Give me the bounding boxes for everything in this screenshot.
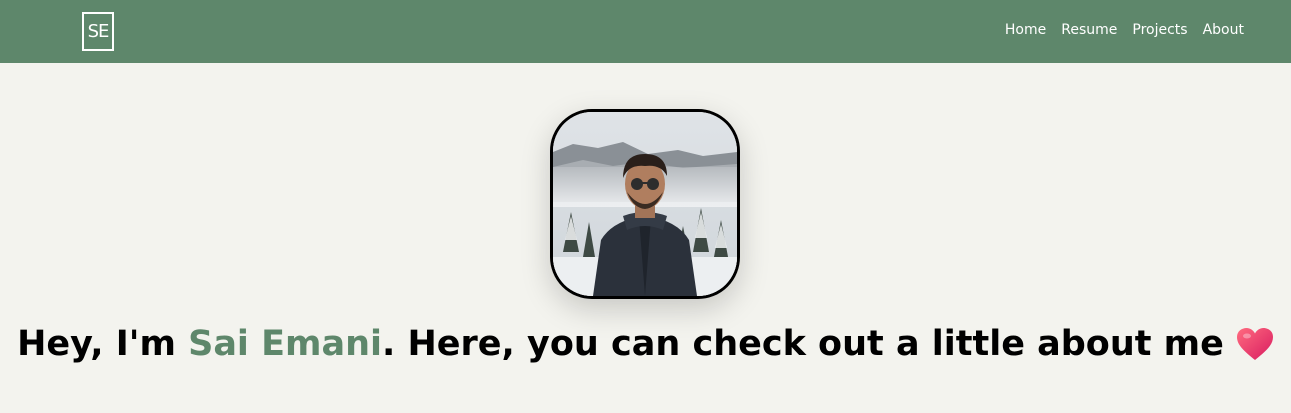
hero-headline: Hey, I'm Sai Emani. Here, you can check …	[0, 316, 1291, 372]
nav-links: Home Resume Projects About	[1005, 21, 1244, 39]
site-logo[interactable]: SE	[82, 12, 114, 51]
profile-photo	[553, 112, 737, 296]
nav-projects-link[interactable]: Projects	[1132, 21, 1187, 39]
greeting-prefix: Hey, I'm	[17, 324, 189, 364]
nav-about-link[interactable]: About	[1203, 21, 1244, 39]
author-name: Sai Emani	[188, 324, 383, 364]
heart-icon	[1236, 328, 1273, 360]
profile-avatar	[550, 109, 740, 299]
nav-resume-link[interactable]: Resume	[1061, 21, 1117, 39]
nav-home-link[interactable]: Home	[1005, 21, 1046, 39]
top-navbar: SE Home Resume Projects About	[0, 0, 1291, 63]
greeting-suffix: . Here, you can check out a little about…	[382, 324, 1224, 364]
